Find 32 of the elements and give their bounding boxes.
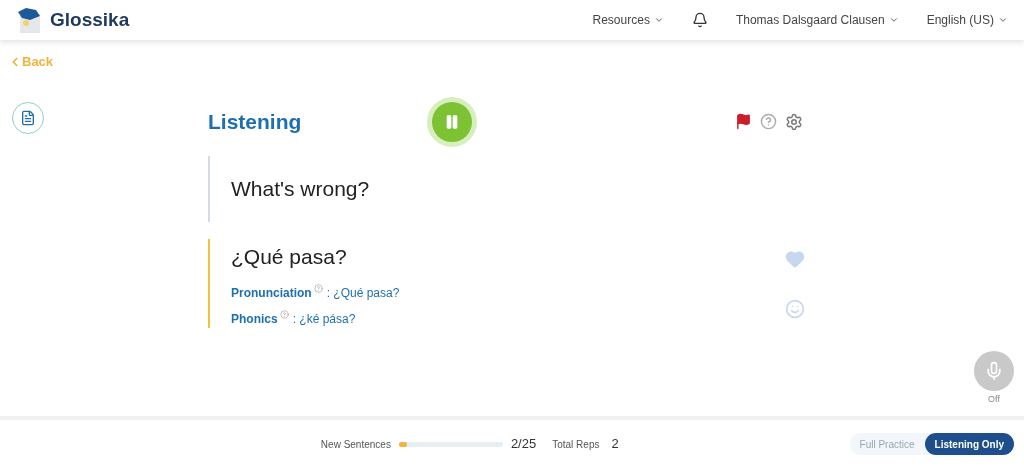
- mode-title: Listening: [208, 108, 303, 135]
- heart-icon[interactable]: [785, 248, 805, 269]
- settings-icon[interactable]: [785, 112, 803, 131]
- nav-menu[interactable]: Resources: [592, 11, 664, 29]
- brand-name[interactable]: Glossika: [50, 5, 130, 35]
- reps-count: 2: [611, 435, 619, 454]
- help-icon[interactable]: [279, 310, 289, 319]
- microphone-status: Off: [988, 392, 1000, 406]
- progress-label: New Sentences: [320, 437, 391, 452]
- mode-tab[interactable]: Listening Only: [924, 433, 1014, 455]
- detail-label: Pronunciation: [231, 285, 312, 302]
- flag-icon[interactable]: [735, 113, 752, 130]
- microphone-icon: [984, 360, 1004, 381]
- nav-menu[interactable]: English (US): [926, 11, 1008, 29]
- notification-bell-icon[interactable]: [691, 12, 708, 28]
- nav-menu[interactable]: Thomas Dalsgaard Clausen: [735, 11, 899, 29]
- answer-sentence: ¿Qué pasa?: [231, 243, 348, 270]
- smile-icon[interactable]: [785, 298, 805, 319]
- pause-icon: [444, 113, 460, 130]
- progress-count: 2/25: [510, 435, 537, 454]
- help-icon[interactable]: [313, 284, 323, 293]
- document-icon: [20, 109, 36, 126]
- prompt-sentence: What's wrong?: [231, 175, 370, 202]
- chevron-down-icon: [998, 15, 1008, 25]
- chevron-down-icon: [653, 15, 664, 25]
- detail-label: Phonics: [231, 311, 278, 328]
- reps-label: Total Reps: [552, 437, 600, 452]
- chevron-down-icon: [888, 15, 899, 25]
- detail-value: : ¿Qué pasa?: [326, 285, 400, 302]
- microphone-button[interactable]: [974, 350, 1014, 391]
- detail-value: : ¿ké pása?: [292, 311, 356, 328]
- help-icon[interactable]: [760, 113, 777, 130]
